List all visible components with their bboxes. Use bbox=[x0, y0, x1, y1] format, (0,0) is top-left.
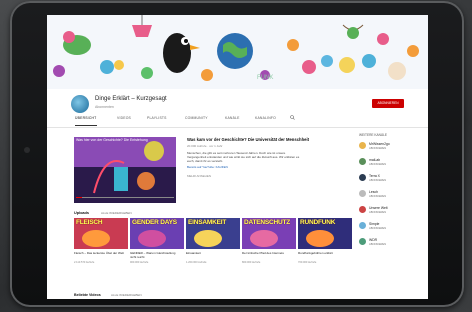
channel-avatar[interactable] bbox=[359, 158, 366, 165]
uploads-shelf: FLEISCH Fleisch – Das leckerste Übel der … bbox=[74, 218, 354, 288]
related-channels-heading: WEITERE KANÄLE bbox=[359, 133, 387, 137]
channel-avatar[interactable] bbox=[359, 222, 366, 229]
read-more-link[interactable]: MEHR ANSEHEN bbox=[187, 174, 347, 178]
youtube-page: FUNK Dinge Erklärt – Kurzgesagt Abonnent… bbox=[47, 15, 428, 299]
thumbnail-text: DATENSCHUTZ bbox=[244, 219, 291, 226]
related-channel-name[interactable]: Terra X bbox=[369, 174, 380, 178]
camera-dot bbox=[24, 147, 30, 153]
featured-description: Menschen, die gibt es seit mehreren Taus… bbox=[187, 151, 300, 163]
related-channel-item[interactable]: Lesch ABONNIEREN bbox=[359, 188, 423, 204]
play-all-link[interactable]: ALLE WIEDERGEBEN bbox=[101, 211, 132, 215]
related-channel-item[interactable]: WDR ABONNIEREN bbox=[359, 236, 423, 252]
thumbnail-art bbox=[82, 230, 110, 247]
thumbnail-text: GENDER DAYS bbox=[132, 219, 177, 226]
video-title[interactable]: Der kritische Pfad des Internets bbox=[242, 251, 294, 256]
channel-avatar[interactable] bbox=[359, 174, 366, 181]
related-channel-subscribe[interactable]: ABONNIEREN bbox=[369, 163, 386, 166]
tabs-divider bbox=[47, 127, 428, 128]
video-thumbnail[interactable]: EINSAMKEIT bbox=[186, 218, 240, 249]
related-channel-item[interactable]: MrWissen2go ABONNIEREN bbox=[359, 140, 423, 156]
tab-playlists[interactable]: PLAYLISTS bbox=[147, 116, 167, 120]
video-meta: 1.200.000 Aufrufe bbox=[186, 261, 207, 264]
related-channel-item[interactable]: maiLab ABONNIEREN bbox=[359, 156, 423, 172]
channel-avatar[interactable] bbox=[359, 238, 366, 245]
video-meta: 900.000 Aufrufe bbox=[130, 261, 149, 264]
channel-name: Dinge Erklärt – Kurzgesagt bbox=[95, 96, 167, 102]
video-title[interactable]: Einsamkeit bbox=[186, 251, 238, 256]
thumbnail-text: RUNDFUNK bbox=[300, 219, 336, 226]
related-channel-name[interactable]: Lesch bbox=[369, 190, 378, 194]
video-title[interactable]: Rundfunkgebühren erklärt bbox=[298, 251, 350, 256]
video-thumbnail[interactable]: GENDER DAYS bbox=[130, 218, 184, 249]
related-channel-name[interactable]: Unsere Welt bbox=[369, 206, 388, 210]
channel-tabs: ÜBERSICHT VIDEOS PLAYLISTS COMMUNITY KAN… bbox=[47, 113, 428, 127]
channel-avatar[interactable] bbox=[71, 95, 89, 113]
subscribe-button[interactable]: ABONNIEREN bbox=[372, 99, 404, 108]
tab-overview[interactable]: ÜBERSICHT bbox=[75, 116, 96, 120]
related-channel-subscribe[interactable]: ABONNIEREN bbox=[369, 227, 386, 230]
video-title[interactable]: Fleisch – Das leckerste Übel der Welt bbox=[74, 251, 126, 256]
channel-avatar[interactable] bbox=[359, 142, 366, 149]
related-channel-subscribe[interactable]: ABONNIEREN bbox=[369, 243, 386, 246]
thumbnail-text: FLEISCH bbox=[76, 219, 103, 226]
related-channel-item[interactable]: Unsere Welt ABONNIEREN bbox=[359, 204, 423, 220]
video-thumbnail[interactable]: RUNDFUNK bbox=[298, 218, 352, 249]
player-title: Was hier von der Geschichte? Die Entsteh… bbox=[76, 138, 148, 142]
related-channel-item[interactable]: Terra X ABONNIEREN bbox=[359, 172, 423, 188]
related-channel-name[interactable]: MrWissen2go bbox=[369, 142, 390, 146]
popular-play-all-link[interactable]: ALLE WIEDERGEBEN bbox=[111, 293, 142, 297]
related-channel-name[interactable]: Simple bbox=[369, 222, 379, 226]
related-channel-subscribe[interactable]: ABONNIEREN bbox=[369, 179, 386, 182]
tab-community[interactable]: COMMUNITY bbox=[185, 116, 208, 120]
featured-link[interactable]: Bereits auf YouTube: KAUFEN bbox=[187, 165, 347, 169]
tab-channels[interactable]: KANÄLE bbox=[225, 116, 240, 120]
uploads-heading: Uploads bbox=[74, 211, 89, 215]
popular-heading: Beliebte Videos bbox=[74, 293, 101, 297]
featured-meta: 20.000 Aufrufe · vor 1 Jahr bbox=[187, 144, 223, 148]
channel-avatar[interactable] bbox=[359, 206, 366, 213]
thumbnail-text: EINSAMKEIT bbox=[188, 219, 227, 226]
video-thumbnail[interactable]: DATENSCHUTZ bbox=[242, 218, 296, 249]
related-channel-name[interactable]: maiLab bbox=[369, 158, 380, 162]
thumbnail-art bbox=[194, 230, 222, 247]
related-channel-subscribe[interactable]: ABONNIEREN bbox=[369, 195, 386, 198]
player-progress-bar[interactable] bbox=[76, 197, 174, 198]
related-channel-subscribe[interactable]: ABONNIEREN bbox=[369, 211, 386, 214]
video-thumbnail[interactable]: FLEISCH bbox=[74, 218, 128, 249]
related-channel-subscribe[interactable]: ABONNIEREN bbox=[369, 147, 386, 150]
tab-videos[interactable]: VIDEOS bbox=[117, 116, 131, 120]
related-channels: WEITERE KANÄLE MrWissen2go ABONNIEREN maiL… bbox=[359, 133, 423, 252]
video-title[interactable]: GENDER – Warum Gleichstellung nicht reic… bbox=[130, 251, 182, 259]
video-meta: 700.000 Aufrufe bbox=[298, 261, 317, 264]
tab-about[interactable]: KANALINFO bbox=[255, 116, 276, 120]
channel-banner: FUNK bbox=[47, 15, 428, 89]
related-channel-name[interactable]: WDR bbox=[369, 238, 377, 242]
thumbnail-art bbox=[306, 230, 334, 247]
video-meta: 2.113.573 Aufrufe bbox=[74, 261, 95, 264]
thumbnail-art bbox=[250, 230, 278, 247]
svg-text:FUNK: FUNK bbox=[257, 75, 273, 81]
subscriber-count: Abonnenten bbox=[95, 105, 114, 109]
related-channel-item[interactable]: Simple ABONNIEREN bbox=[359, 220, 423, 236]
featured-video-player[interactable]: Was hier von der Geschichte? Die Entsteh… bbox=[74, 137, 176, 203]
background: FUNK Dinge Erklärt – Kurzgesagt Abonnent… bbox=[0, 0, 472, 312]
channel-avatar[interactable] bbox=[359, 190, 366, 197]
thumbnail-art bbox=[138, 230, 166, 247]
featured-title[interactable]: Was kam vor der Geschichte? Die Universi… bbox=[187, 137, 347, 142]
featured-video-info: Was kam vor der Geschichte? Die Universi… bbox=[187, 137, 347, 178]
search-icon[interactable] bbox=[290, 115, 295, 120]
video-meta: 800.000 Aufrufe bbox=[242, 261, 261, 264]
